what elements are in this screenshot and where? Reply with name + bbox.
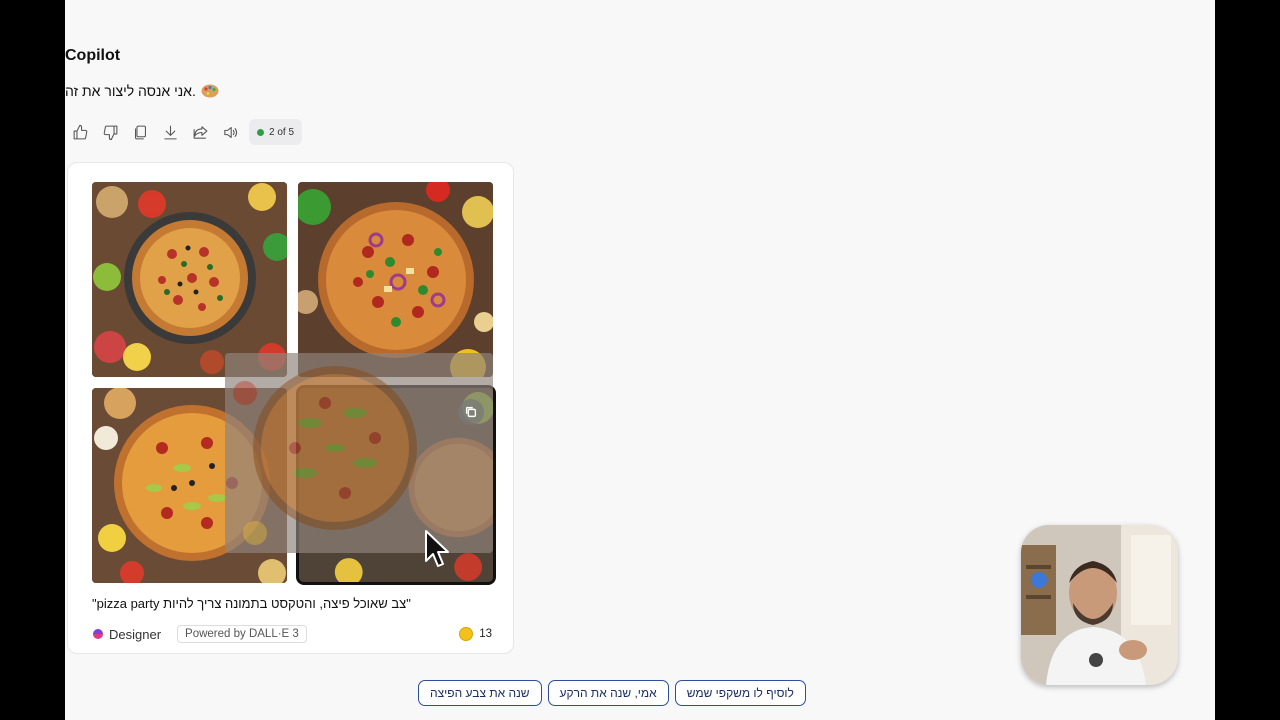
response-counter[interactable]: 2 of 5 [249,119,303,145]
download-icon[interactable] [155,118,185,146]
assistant-name: Copilot [65,47,121,64]
boost-credits[interactable]: 13 [459,627,492,641]
palette-icon [200,83,220,99]
webcam-overlay [1021,525,1178,685]
suggestion-chips: שנה את צבע הפיצה אמי, שנה את הרקע לוסיף … [418,680,806,706]
share-icon[interactable] [185,118,215,146]
mouse-cursor-icon [425,530,449,567]
message-actions: 2 of 5 [65,118,303,146]
copy-image-icon[interactable] [458,399,484,425]
assistant-message: אני אנסה ליצור את זה. [65,83,220,99]
thumbs-up-icon[interactable] [65,118,95,146]
image-result-card: "pizza party צב שאוכל פיצה, והטקסט בתמונ… [67,162,514,654]
designer-label: Designer [109,626,162,642]
status-dot [257,128,264,136]
thumbs-down-icon[interactable] [95,118,125,146]
coin-icon [459,627,474,641]
suggestion-chip-2[interactable]: אמי, שנה את הרקע [547,680,669,706]
credits-count: 13 [479,628,492,640]
drag-preview-image [225,353,493,553]
card-footer: Designer Powered by DALL·E 3 13 [92,623,492,645]
speaker-icon[interactable] [215,118,245,146]
copy-icon[interactable] [125,118,155,146]
suggestion-chip-1[interactable]: לוסיף לו משקפי שמש [674,680,806,706]
counter-label: 2 of 5 [269,126,295,138]
powered-by-badge: Powered by DALL·E 3 [177,625,307,643]
pizza-image-2[interactable] [298,182,493,377]
designer-brand[interactable]: Designer [92,627,161,642]
image-prompt: "pizza party צב שאוכל פיצה, והטקסט בתמונ… [92,596,411,611]
suggestion-chip-3[interactable]: שנה את צבע הפיצה [418,680,542,706]
designer-logo-icon [93,629,103,639]
pizza-image-1[interactable] [92,182,287,377]
message-text: אני אנסה ליצור את זה. [65,83,196,99]
